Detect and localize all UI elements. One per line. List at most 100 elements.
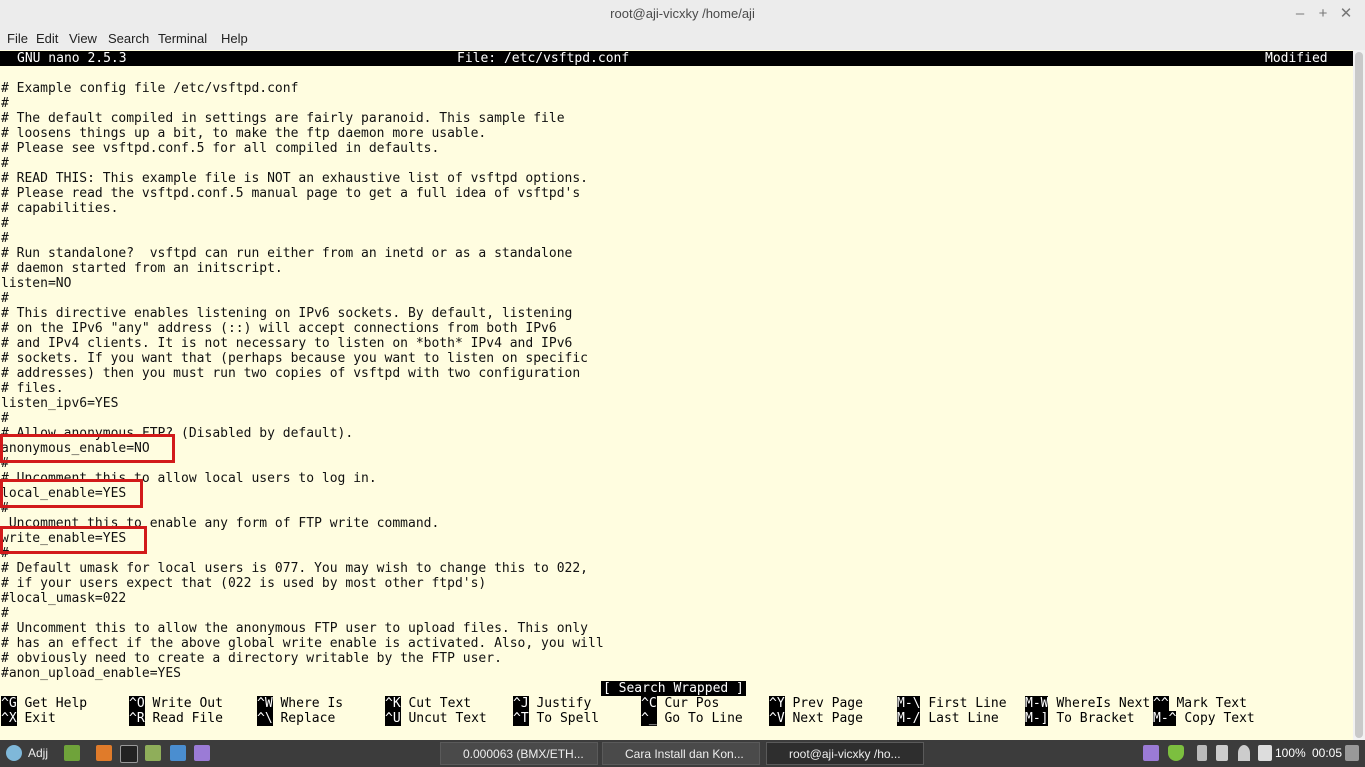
nano-shortcut: ^O Write Out xyxy=(129,696,223,711)
menu-bar: File Edit View Search Terminal Help xyxy=(0,28,1365,50)
config-line: #local_umask=022 xyxy=(1,591,127,606)
shortcut-label: Cut Text xyxy=(408,696,472,711)
clock[interactable]: 00:05 xyxy=(1312,740,1342,767)
chromium-icon[interactable] xyxy=(170,745,186,761)
config-line: # xyxy=(1,606,9,621)
nano-shortcut: ^\ Replace xyxy=(257,711,335,726)
nano-shortcut: M-^ Copy Text xyxy=(1153,711,1255,726)
menu-help[interactable]: Help xyxy=(221,31,248,46)
shortcut-label: Next Page xyxy=(792,711,863,726)
task-terminal[interactable]: root@aji-vicxky /ho... xyxy=(766,742,924,765)
config-line: # and IPv4 clients. It is not necessary … xyxy=(1,336,573,351)
task-browser-1[interactable]: 0.000063 (BMX/ETH... xyxy=(440,742,598,765)
task-label: Cara Install dan Kon... xyxy=(625,747,744,761)
task-browser-2[interactable]: Cara Install dan Kon... xyxy=(602,742,760,765)
config-line: # addresses) then you must run two copie… xyxy=(1,366,581,381)
bluetooth-icon[interactable] xyxy=(1197,745,1207,761)
config-line: # daemon started from an initscript. xyxy=(1,261,283,276)
shortcut-label: Get Help xyxy=(24,696,88,711)
config-line: # Uncomment this to allow the anonymous … xyxy=(1,621,588,636)
feather-icon[interactable] xyxy=(194,745,210,761)
menu-file[interactable]: File xyxy=(7,31,28,46)
feather-tray-icon[interactable] xyxy=(1143,745,1159,761)
battery-icon[interactable] xyxy=(1258,745,1272,761)
shortcut-key: ^K xyxy=(385,696,401,711)
user-icon[interactable] xyxy=(6,745,22,761)
highlight-write-enable xyxy=(0,526,147,554)
nano-shortcut: ^_ Go To Line xyxy=(641,711,743,726)
shortcut-label: Write Out xyxy=(152,696,223,711)
config-line: # sockets. If you want that (perhaps bec… xyxy=(1,351,588,366)
shortcut-key: ^C xyxy=(641,696,657,711)
minimize-icon[interactable]: – xyxy=(1290,4,1310,24)
shortcut-label: Replace xyxy=(280,711,336,726)
config-line: # has an effect if the above global writ… xyxy=(1,636,604,651)
maximize-icon[interactable]: + xyxy=(1313,4,1333,24)
scrollbar-thumb[interactable] xyxy=(1355,52,1363,738)
config-line: # files. xyxy=(1,381,64,396)
nano-shortcut: ^K Cut Text xyxy=(385,696,471,711)
task-label: root@aji-vicxky /ho... xyxy=(789,747,901,761)
shield-icon[interactable] xyxy=(1168,745,1184,761)
menu-terminal[interactable]: Terminal xyxy=(158,31,207,46)
config-line: # xyxy=(1,156,9,171)
nano-shortcut: ^W Where Is xyxy=(257,696,343,711)
window-titlebar: root@aji-vicxky /home/aji – + ✕ xyxy=(0,0,1365,29)
taskbar-user[interactable]: Adjj xyxy=(28,740,48,767)
shortcut-label: Cur Pos xyxy=(664,696,720,711)
config-line: # READ THIS: This example file is NOT an… xyxy=(1,171,588,186)
shortcut-key: ^V xyxy=(769,711,785,726)
shortcut-label: First Line xyxy=(928,696,1007,711)
nano-status-message: [ Search Wrapped ] xyxy=(601,681,746,696)
shortcut-key: ^T xyxy=(513,711,529,726)
shortcut-key: M-\ xyxy=(897,696,921,711)
terminal-launcher-icon[interactable] xyxy=(120,745,138,763)
config-line: # on the IPv6 "any" address (::) will ac… xyxy=(1,321,557,336)
menu-edit[interactable]: Edit xyxy=(36,31,58,46)
nano-shortcut: M-/ Last Line xyxy=(897,711,999,726)
config-line: # Run standalone? vsftpd can run either … xyxy=(1,246,573,261)
shortcut-key: M-/ xyxy=(897,711,921,726)
config-line: listen_ipv6=YES xyxy=(1,396,119,411)
config-line: # This directive enables listening on IP… xyxy=(1,306,573,321)
menu-view[interactable]: View xyxy=(69,31,97,46)
shortcut-label: Go To Line xyxy=(664,711,743,726)
network-icon[interactable] xyxy=(1216,745,1228,761)
config-line: # xyxy=(1,231,9,246)
battery-percent: 100% xyxy=(1275,746,1306,760)
config-line: # capabilities. xyxy=(1,201,119,216)
shortcut-label: WhereIs Next xyxy=(1056,696,1151,711)
config-line: # Please read the vsftpd.conf.5 manual p… xyxy=(1,186,581,201)
menu-search[interactable]: Search xyxy=(108,31,149,46)
config-line: # if your users expect that (022 is used… xyxy=(1,576,487,591)
shortcut-label: To Bracket xyxy=(1056,711,1135,726)
shortcut-key: M-^ xyxy=(1153,711,1177,726)
shortcut-key: M-] xyxy=(1025,711,1049,726)
shortcut-label: Copy Text xyxy=(1184,711,1255,726)
shortcut-key: ^J xyxy=(513,696,529,711)
nano-shortcut: ^C Cur Pos xyxy=(641,696,719,711)
folder-icon[interactable] xyxy=(145,745,161,761)
nano-header: GNU nano 2.5.3 File: /etc/vsftpd.conf Mo… xyxy=(0,51,1353,66)
power-icon[interactable] xyxy=(1345,745,1359,761)
shortcut-key: ^Y xyxy=(769,696,785,711)
show-desktop-icon[interactable] xyxy=(64,745,80,761)
config-line: # xyxy=(1,216,9,231)
scrollbar[interactable] xyxy=(1353,50,1365,740)
firefox-icon[interactable] xyxy=(96,745,112,761)
config-line: # xyxy=(1,411,9,426)
shortcut-label: Justify xyxy=(536,696,592,711)
terminal-area[interactable]: # Example config file /etc/vsftpd.conf##… xyxy=(0,50,1353,740)
nano-shortcut: ^T To Spell xyxy=(513,711,599,726)
nano-shortcut: M-W WhereIs Next xyxy=(1025,696,1150,711)
shortcut-label: Mark Text xyxy=(1176,696,1247,711)
wifi-icon[interactable] xyxy=(1238,745,1250,761)
shortcut-key: ^X xyxy=(1,711,17,726)
shortcut-key: ^\ xyxy=(257,711,273,726)
task-label: 0.000063 (BMX/ETH... xyxy=(463,747,584,761)
close-icon[interactable]: ✕ xyxy=(1336,4,1356,24)
config-line: listen=NO xyxy=(1,276,72,291)
nano-shortcut: ^J Justify xyxy=(513,696,591,711)
config-line: # The default compiled in settings are f… xyxy=(1,111,565,126)
nano-shortcut: ^X Exit xyxy=(1,711,56,726)
